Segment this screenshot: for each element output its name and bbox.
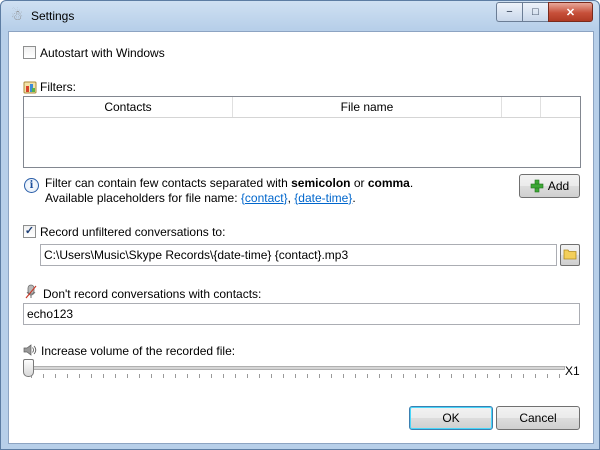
slider-tick [283,374,284,378]
placeholders-text: Available placeholders for file name: [45,191,241,205]
slider-tick [415,374,416,378]
record-unfiltered-checkbox[interactable]: ✓ [23,225,36,238]
autostart-label[interactable]: Autostart with Windows [40,46,165,60]
filter-hint-line2: Available placeholders for file name: {c… [45,191,356,205]
slider-tick [151,374,152,378]
slider-tick [295,374,296,378]
slider-tick [547,374,548,378]
slider-tick [79,374,80,378]
slider-tick [43,374,44,378]
slider-tick [307,374,308,378]
slider-tick [271,374,272,378]
slider-tick [559,374,560,378]
filter-icon [23,80,37,94]
placeholder-end: . [352,191,356,205]
filters-table[interactable]: Contacts File name [23,96,581,168]
slider-tick [163,374,164,378]
settings-content: Autostart with Windows Filters: Contacts… [8,31,594,444]
app-icon: ☃ [10,7,24,23]
slider-tick [319,374,320,378]
slider-tick [235,374,236,378]
slider-tick [511,374,512,378]
slider-tick [535,374,536,378]
slider-tick [199,374,200,378]
slider-tick [223,374,224,378]
plus-icon [530,179,544,193]
slider-tick [367,374,368,378]
slider-tick [463,374,464,378]
slider-tick [67,374,68,378]
slider-tick [343,374,344,378]
column-header-file-name[interactable]: File name [233,97,502,117]
filters-table-header: Contacts File name [24,97,580,118]
hint-text: Filter can contain few contacts separate… [45,176,292,190]
volume-value-label: X1 [565,364,580,378]
slider-tick [403,374,404,378]
slider-tick [451,374,452,378]
caption-buttons: − □ ✕ [496,2,593,22]
mic-muted-icon [25,284,37,300]
volume-slider-track[interactable] [31,366,565,370]
slider-tick [115,374,116,378]
browse-folder-button[interactable] [560,244,580,266]
slider-tick [55,374,56,378]
slider-tick [487,374,488,378]
volume-slider-thumb[interactable] [23,359,34,377]
folder-icon [563,248,577,263]
close-icon: ✕ [565,6,576,19]
add-button-label: Add [547,179,570,193]
cancel-button[interactable]: Cancel [496,406,580,430]
slider-tick [499,374,500,378]
slider-tick [127,374,128,378]
ok-button[interactable]: OK [409,406,493,430]
slider-tick [439,374,440,378]
slider-tick [523,374,524,378]
autostart-checkbox[interactable] [23,46,36,59]
hint-period: . [409,176,414,190]
window-title: Settings [31,9,75,23]
column-header-extra [502,97,541,117]
column-header-contacts[interactable]: Contacts [24,97,233,117]
hint-semicolon: semicolon [291,176,351,190]
dont-record-label: Don't record conversations with contacts… [43,287,262,301]
slider-tick [139,374,140,378]
slider-tick [175,374,176,378]
slider-tick [331,374,332,378]
slider-tick [475,374,476,378]
add-button[interactable]: Add [519,174,580,198]
excluded-contacts-input[interactable]: echo123 [23,303,580,325]
filter-hint-line1: Filter can contain few contacts separate… [45,176,413,190]
placeholder-contact-link[interactable]: {contact} [241,191,288,205]
settings-window: ☃ Settings − □ ✕ Autostart with Windows … [0,0,600,450]
slider-tick [259,374,260,378]
info-icon: i [24,178,39,193]
record-unfiltered-label[interactable]: Record unfiltered conversations to: [40,225,225,239]
speaker-icon [23,343,37,357]
minimize-button[interactable]: − [496,2,522,22]
minimize-icon: − [506,6,513,18]
maximize-button[interactable]: □ [522,2,548,22]
slider-tick [247,374,248,378]
slider-tick [427,374,428,378]
close-button[interactable]: ✕ [548,2,593,22]
slider-tick [103,374,104,378]
slider-tick [211,374,212,378]
cancel-button-label: Cancel [519,411,557,425]
title-bar[interactable]: ☃ Settings − □ ✕ [1,1,599,31]
maximize-icon: □ [532,6,539,18]
ok-button-label: OK [442,411,460,425]
record-path-input[interactable]: C:\Users\Music\Skype Records\{date-time}… [40,244,557,266]
slider-tick [379,374,380,378]
hint-or: or [350,176,368,190]
slider-tick [91,374,92,378]
placeholder-date-time-link[interactable]: {date-time} [294,191,352,205]
slider-tick [355,374,356,378]
volume-label: Increase volume of the recorded file: [41,344,236,358]
hint-comma: comma [367,176,410,190]
filters-label: Filters: [40,80,76,94]
slider-tick [187,374,188,378]
slider-tick [391,374,392,378]
